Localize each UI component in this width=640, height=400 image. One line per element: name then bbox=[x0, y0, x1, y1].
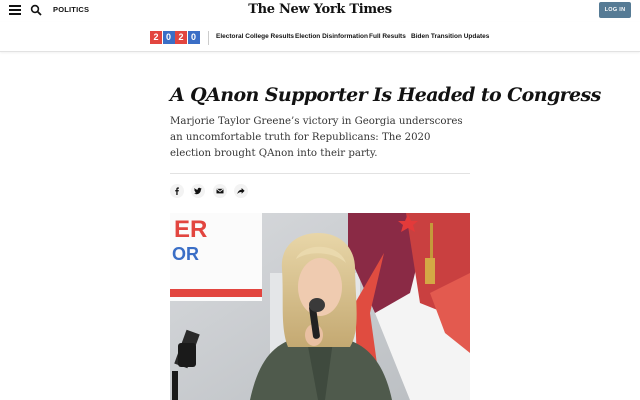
link-full-results[interactable]: Full Results bbox=[369, 33, 406, 40]
link-biden-transition-updates[interactable]: Biden Transition Updates bbox=[411, 33, 489, 40]
link-election-disinformation[interactable]: Election Disinformation bbox=[295, 33, 368, 40]
year-digit: 0 bbox=[162, 31, 175, 44]
login-button[interactable]: LOG IN bbox=[599, 2, 631, 18]
election-2020-badge[interactable]: 2 0 2 0 bbox=[150, 31, 200, 44]
article-headline: A QAnon Supporter Is Headed to Congress bbox=[170, 84, 601, 106]
twitter-share-button[interactable] bbox=[191, 184, 205, 198]
sign-text: OR bbox=[172, 244, 199, 264]
article-summary: Marjorie Taylor Greene’s victory in Geor… bbox=[170, 116, 463, 159]
lead-photo-illustration: ER OR bbox=[170, 213, 470, 400]
divider bbox=[208, 31, 209, 45]
link-electoral-college-results[interactable]: Electoral College Results bbox=[216, 33, 294, 40]
facebook-icon bbox=[175, 187, 179, 195]
twitter-icon bbox=[194, 187, 202, 195]
share-icon bbox=[237, 188, 245, 194]
year-digit: 2 bbox=[150, 31, 162, 44]
election-nav-bar: 2 0 2 0 Electoral College Results Electi… bbox=[0, 22, 640, 52]
top-header: POLITICS The New York Times LOG IN bbox=[0, 0, 640, 22]
year-digit: 0 bbox=[187, 31, 200, 44]
sign-text: ER bbox=[174, 216, 207, 243]
year-digit: 2 bbox=[175, 31, 187, 44]
email-share-button[interactable] bbox=[213, 184, 227, 198]
email-icon bbox=[216, 188, 224, 194]
facebook-share-button[interactable] bbox=[170, 184, 184, 198]
divider bbox=[170, 173, 470, 174]
nyt-logo[interactable]: The New York Times bbox=[0, 2, 640, 17]
lead-photo: ER OR bbox=[170, 213, 470, 400]
more-share-button[interactable] bbox=[234, 184, 248, 198]
